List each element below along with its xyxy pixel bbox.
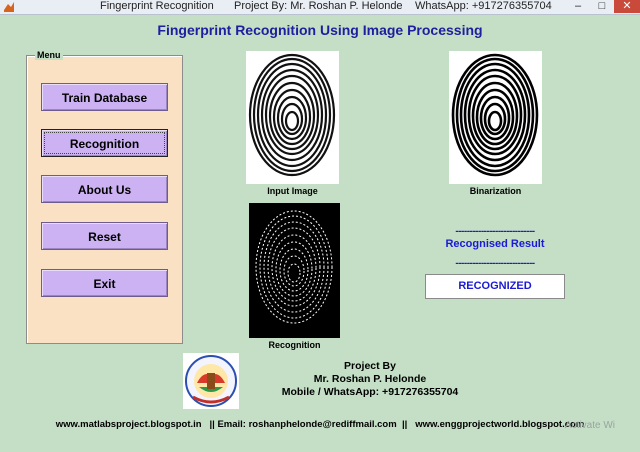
main-window: Fingerprint Recognition Using Image Proc… — [0, 15, 640, 452]
exit-button[interactable]: Exit — [41, 269, 168, 297]
input-image-caption: Input Image — [267, 186, 318, 196]
menu-panel: Menu Train Database Recognition About Us… — [26, 50, 183, 344]
about-us-button[interactable]: About Us — [41, 175, 168, 203]
recognition-button[interactable]: Recognition — [41, 129, 168, 157]
logo-emblem-icon — [185, 355, 237, 407]
result-label: Recognised Result — [445, 238, 545, 250]
footer-links: www.matlabsproject.blogspot.in || Email:… — [55, 419, 585, 430]
window-title: Fingerprint Recognition — [100, 0, 214, 12]
project-logo — [183, 353, 239, 409]
recognition-caption: Recognition — [268, 340, 321, 350]
menu-legend: Menu — [35, 50, 63, 60]
thinned-fingerprint-image — [255, 210, 333, 324]
maximize-button[interactable]: □ — [591, 0, 613, 13]
reset-button[interactable]: Reset — [41, 222, 168, 250]
close-button[interactable]: ✕ — [614, 0, 640, 13]
input-image — [246, 51, 339, 184]
activate-windows-watermark: Activate Wi — [565, 420, 616, 431]
fingerprint-image — [248, 53, 336, 177]
credits-contact: Mobile / WhatsApp: +917276355704 — [281, 386, 459, 398]
window-title-author: Project By: Mr. Roshan P. Helonde — [234, 0, 403, 12]
window-titlebar: Fingerprint Recognition Project By: Mr. … — [0, 0, 640, 15]
binarization-caption: Binarization — [469, 186, 522, 196]
page-title: Fingerprint Recognition Using Image Proc… — [157, 22, 483, 38]
result-divider-top: ---------------------------- — [455, 226, 535, 237]
minimize-button[interactable]: – — [566, 0, 590, 13]
train-database-button[interactable]: Train Database — [41, 83, 168, 111]
result-divider-bottom: ---------------------------- — [455, 258, 535, 269]
binarization-image — [449, 51, 542, 184]
binarized-fingerprint-image — [451, 53, 539, 177]
matlab-app-icon — [4, 2, 14, 12]
recognition-image — [249, 203, 340, 338]
credits-author: Mr. Roshan P. Helonde — [313, 373, 427, 385]
result-value-field: RECOGNIZED — [425, 274, 565, 299]
credits-heading: Project By — [344, 360, 396, 372]
window-title-whatsapp: WhatsApp: +917276355704 — [415, 0, 552, 12]
